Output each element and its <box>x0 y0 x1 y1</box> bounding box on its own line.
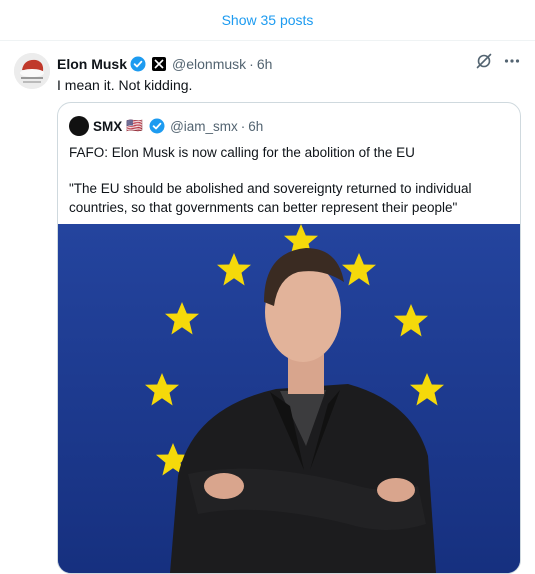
x-logo-icon <box>152 57 167 71</box>
quoted-text-line-1: FAFO: Elon Musk is now calling for the a… <box>69 145 415 160</box>
author-name[interactable]: Elon Musk <box>57 56 127 72</box>
show-more-posts-button[interactable]: Show 35 posts <box>0 0 535 41</box>
quoted-author-name[interactable]: SMX <box>93 119 122 134</box>
author-handle[interactable]: @elonmusk <box>172 56 246 72</box>
verified-badge-icon <box>130 56 146 72</box>
avatar[interactable] <box>14 53 50 89</box>
quoted-avatar[interactable] <box>69 116 89 136</box>
post-text: I mean it. Not kidding. <box>57 77 193 93</box>
quoted-media-image[interactable] <box>58 224 520 573</box>
quoted-header: SMX 🇺🇸 @iam_smx · 6h <box>69 116 263 136</box>
quoted-post[interactable]: SMX 🇺🇸 @iam_smx · 6h FAFO: Elon Musk is … <box>57 102 521 574</box>
quoted-author-handle[interactable]: @iam_smx <box>170 119 238 134</box>
quoted-post-time[interactable]: 6h <box>248 119 263 134</box>
more-icon[interactable] <box>503 52 521 75</box>
post-actions <box>475 52 521 75</box>
post-time[interactable]: 6h <box>257 56 273 72</box>
grok-icon[interactable] <box>475 52 493 75</box>
separator: · <box>249 56 254 72</box>
quoted-text: FAFO: Elon Musk is now calling for the a… <box>69 143 509 217</box>
quoted-text-line-2: "The EU should be abolished and sovereig… <box>69 181 472 215</box>
us-flag-icon: 🇺🇸 <box>126 118 144 133</box>
separator: · <box>240 118 246 134</box>
post-header: Elon Musk @elonmusk · 6h <box>57 54 272 74</box>
verified-badge-icon <box>149 118 165 134</box>
